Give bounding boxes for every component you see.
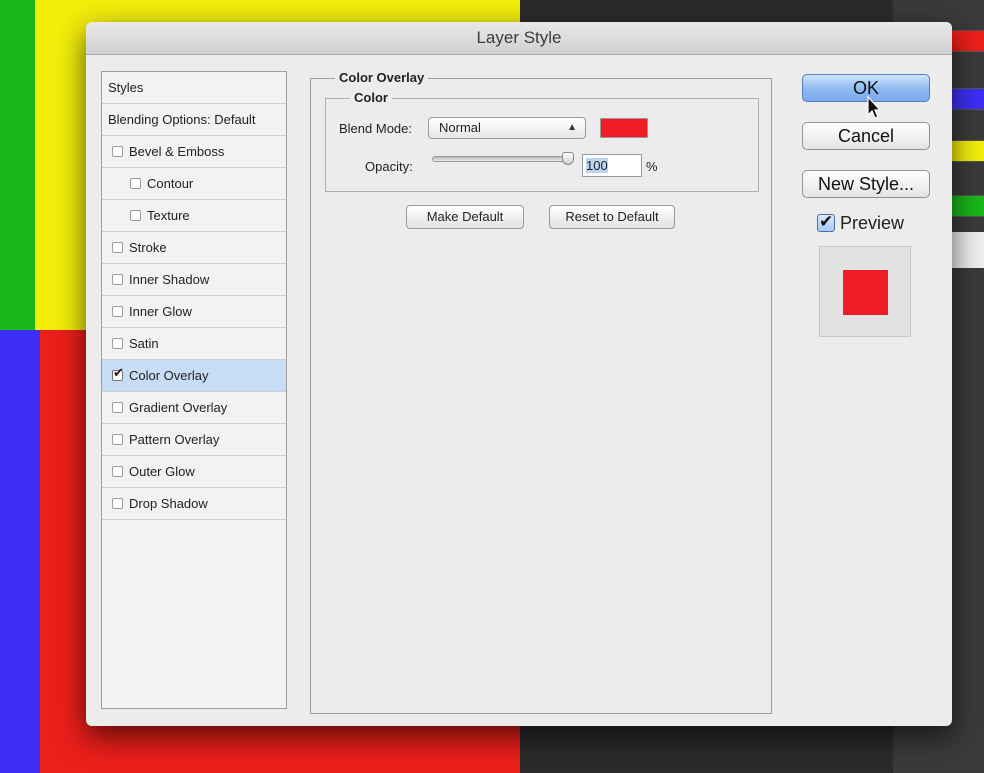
checkbox[interactable]	[112, 306, 123, 317]
cancel-button[interactable]: Cancel	[802, 122, 930, 150]
style-inner-shadow[interactable]: Inner Shadow	[102, 264, 286, 296]
blend-mode-label: Blend Mode:	[339, 121, 412, 136]
style-label: Color Overlay	[129, 368, 209, 383]
blend-mode-value: Normal	[439, 120, 481, 135]
styles-list: Styles Blending Options: Default Bevel &…	[101, 71, 287, 709]
group-title: Color Overlay	[335, 70, 429, 86]
layer-thumb-yellow[interactable]	[950, 140, 984, 162]
checkbox[interactable]	[112, 466, 123, 477]
slider-thumb[interactable]	[562, 152, 574, 165]
style-color-overlay[interactable]: Color Overlay	[102, 360, 286, 392]
subgroup-title: Color	[350, 90, 392, 106]
style-label: Stroke	[129, 240, 167, 255]
checkbox[interactable]	[112, 498, 123, 509]
preview-label: Preview	[840, 213, 905, 233]
style-satin[interactable]: Satin	[102, 328, 286, 360]
make-default-button[interactable]: Make Default	[406, 205, 524, 229]
style-gradient-overlay[interactable]: Gradient Overlay	[102, 392, 286, 424]
layer-thumb-green[interactable]	[950, 195, 984, 217]
checkbox[interactable]	[130, 210, 141, 221]
opacity-slider[interactable]	[432, 152, 574, 165]
opacity-input[interactable]: 100	[582, 154, 642, 177]
overlay-color-swatch[interactable]	[600, 118, 648, 138]
dialog-title: Layer Style	[86, 22, 952, 55]
style-texture[interactable]: Texture	[102, 200, 286, 232]
preview-toggle[interactable]: Preview	[817, 211, 904, 235]
style-label: Bevel & Emboss	[129, 144, 225, 159]
style-label: Drop Shadow	[129, 496, 208, 511]
percent-label: %	[646, 159, 658, 174]
style-inner-glow[interactable]: Inner Glow	[102, 296, 286, 328]
layer-row-white[interactable]	[952, 232, 984, 268]
checkbox[interactable]	[112, 402, 123, 413]
style-contour[interactable]: Contour	[102, 168, 286, 200]
canvas-blue-area	[0, 330, 40, 773]
new-style-button[interactable]: New Style...	[802, 170, 930, 198]
color-overlay-group: Color Overlay Color Blend Mode: Normal ▲…	[310, 70, 772, 714]
checkbox[interactable]	[112, 242, 123, 253]
opacity-value: 100	[586, 158, 608, 173]
style-label: Inner Shadow	[129, 272, 210, 287]
opacity-label: Opacity:	[365, 159, 413, 174]
style-pattern-overlay[interactable]: Pattern Overlay	[102, 424, 286, 456]
style-label: Inner Glow	[129, 304, 192, 319]
style-label: Texture	[147, 208, 190, 223]
layer-thumb-red[interactable]	[950, 30, 984, 52]
checkbox[interactable]	[130, 178, 141, 189]
color-subgroup: Color Blend Mode: Normal ▲ Opacity: 100 …	[325, 90, 759, 192]
layer-thumb-blue[interactable]	[950, 88, 984, 110]
layer-style-dialog: Layer Style Styles Blending Options: Def…	[86, 22, 952, 726]
style-label: Pattern Overlay	[129, 432, 220, 447]
reset-default-button[interactable]: Reset to Default	[549, 205, 675, 229]
style-outer-glow[interactable]: Outer Glow	[102, 456, 286, 488]
checkmark-icon[interactable]	[112, 365, 124, 381]
preview-swatch	[843, 270, 888, 315]
checkbox[interactable]	[112, 338, 123, 349]
style-label: Satin	[129, 336, 159, 351]
blend-mode-select[interactable]: Normal ▲	[428, 117, 586, 139]
style-bevel-emboss[interactable]: Bevel & Emboss	[102, 136, 286, 168]
style-stroke[interactable]: Stroke	[102, 232, 286, 264]
preview-box	[819, 246, 911, 337]
checkbox[interactable]	[112, 434, 123, 445]
checkbox[interactable]	[112, 274, 123, 285]
style-label: Gradient Overlay	[129, 400, 228, 415]
style-label: Outer Glow	[129, 464, 195, 479]
mouse-pointer-icon	[867, 96, 882, 119]
style-drop-shadow[interactable]: Drop Shadow	[102, 488, 286, 520]
canvas-green-area	[0, 0, 35, 335]
updown-arrow-icon: ▲	[567, 122, 577, 133]
style-label: Contour	[147, 176, 194, 191]
checkmark-icon[interactable]	[817, 212, 835, 232]
blending-options[interactable]: Blending Options: Default	[102, 104, 286, 136]
ok-button[interactable]: OK	[802, 74, 930, 102]
styles-header[interactable]: Styles	[102, 72, 286, 104]
checkbox[interactable]	[112, 146, 123, 157]
